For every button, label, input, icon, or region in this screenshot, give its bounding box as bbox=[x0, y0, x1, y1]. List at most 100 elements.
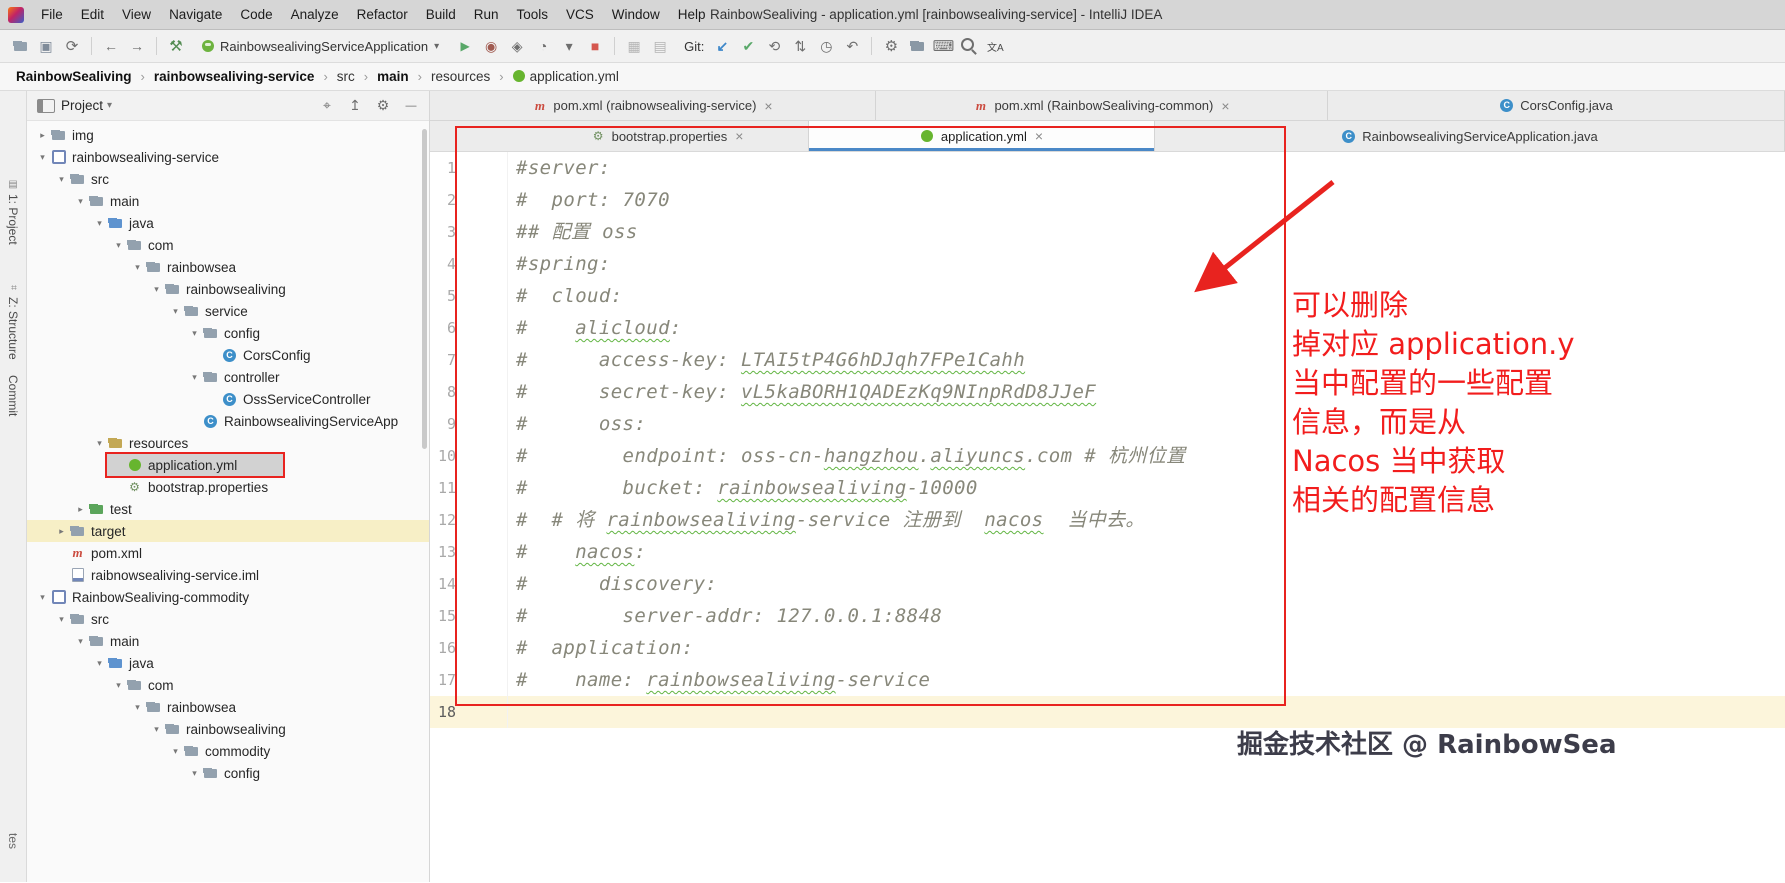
stripe-commit[interactable]: Commit bbox=[0, 375, 26, 416]
tree-expand-icon[interactable]: ▾ bbox=[130, 702, 145, 713]
code-line-3[interactable]: 3 ## 配置 oss bbox=[430, 216, 1785, 248]
run-icon[interactable] bbox=[453, 34, 477, 58]
breadcrumb-resources[interactable]: resources bbox=[429, 67, 492, 86]
terminal-icon[interactable] bbox=[931, 34, 955, 58]
breadcrumb-application-yml[interactable]: application.yml bbox=[511, 67, 621, 86]
project-panel-title[interactable]: Project bbox=[61, 98, 103, 113]
tab-rainbowsealivingserviceapplication-java[interactable]: RainbowsealivingServiceApplication.java bbox=[1155, 121, 1785, 151]
tree-item-src[interactable]: ▾ src bbox=[27, 608, 429, 630]
code-line-15[interactable]: 15 # server-addr: 127.0.0.1:8848 bbox=[430, 600, 1785, 632]
code-line-14[interactable]: 14 # discovery: bbox=[430, 568, 1785, 600]
translate-icon[interactable] bbox=[983, 34, 1007, 58]
menu-analyze[interactable]: Analyze bbox=[282, 4, 348, 25]
settings-wrench-icon[interactable] bbox=[879, 34, 903, 58]
tree-item-rainbowsealivingserviceapp[interactable]: RainbowsealivingServiceApp bbox=[27, 410, 429, 432]
code-line-4[interactable]: 4 #spring: bbox=[430, 248, 1785, 280]
tree-item-rainbowsealiving[interactable]: ▾ rainbowsealiving bbox=[27, 278, 429, 300]
project-structure-icon[interactable] bbox=[905, 34, 929, 58]
tree-item-rainbowsea[interactable]: ▾ rainbowsea bbox=[27, 256, 429, 278]
tree-item-commodity[interactable]: ▾ commodity bbox=[27, 740, 429, 762]
tree-item-application-yml[interactable]: application.yml bbox=[27, 454, 429, 476]
settings-gear-icon[interactable] bbox=[371, 95, 395, 117]
hide-panel-icon[interactable] bbox=[399, 95, 423, 117]
tree-item-raibnowsealiving-service-iml[interactable]: raibnowsealiving-service.iml bbox=[27, 564, 429, 586]
code-line-13[interactable]: 13 # nacos: bbox=[430, 536, 1785, 568]
tab-corsconfig-java[interactable]: CorsConfig.java bbox=[1328, 91, 1785, 120]
tree-item-config[interactable]: ▾ config bbox=[27, 322, 429, 344]
stripe-partial-label[interactable]: tes bbox=[0, 833, 26, 849]
menu-code[interactable]: Code bbox=[231, 4, 281, 25]
tree-expand-icon[interactable]: ▾ bbox=[187, 372, 202, 383]
tree-item-service[interactable]: ▾ service bbox=[27, 300, 429, 322]
menu-file[interactable]: File bbox=[32, 4, 72, 25]
tree-item-target[interactable]: ▸ target bbox=[27, 520, 429, 542]
run-targets-icon[interactable] bbox=[557, 34, 581, 58]
search-everywhere-icon[interactable] bbox=[957, 34, 981, 58]
tree-expand-icon[interactable]: ▾ bbox=[168, 746, 183, 757]
tree-expand-icon[interactable]: ▾ bbox=[35, 152, 50, 163]
open-project-icon[interactable] bbox=[8, 34, 32, 58]
menu-run[interactable]: Run bbox=[465, 4, 508, 25]
tree-item-ossservicecontroller[interactable]: OssServiceController bbox=[27, 388, 429, 410]
menu-refactor[interactable]: Refactor bbox=[348, 4, 417, 25]
tree-item-main[interactable]: ▾ main bbox=[27, 630, 429, 652]
close-tab-icon[interactable]: × bbox=[764, 98, 772, 114]
git-history-icon[interactable] bbox=[814, 34, 838, 58]
tree-expand-icon[interactable]: ▸ bbox=[73, 504, 88, 515]
code-line-16[interactable]: 16 # application: bbox=[430, 632, 1785, 664]
tree-item-java[interactable]: ▾ java bbox=[27, 652, 429, 674]
code-line-2[interactable]: 2 # port: 7070 bbox=[430, 184, 1785, 216]
tab-application-yml[interactable]: application.yml × bbox=[809, 121, 1155, 151]
git-rollback-icon[interactable] bbox=[762, 34, 786, 58]
undo-icon[interactable] bbox=[840, 34, 864, 58]
tree-expand-icon[interactable]: ▾ bbox=[187, 328, 202, 339]
tab-pom-xml-rainbowsealiving-common[interactable]: pom.xml (RainbowSealiving-common) × bbox=[876, 91, 1328, 120]
save-all-icon[interactable] bbox=[34, 34, 58, 58]
git-shelf-icon[interactable] bbox=[788, 34, 812, 58]
chevron-down-icon[interactable]: ▾ bbox=[107, 100, 112, 111]
tree-expand-icon[interactable]: ▾ bbox=[149, 284, 164, 295]
tree-item-config[interactable]: ▾ config bbox=[27, 762, 429, 784]
tree-item-rainbowsealiving[interactable]: ▾ rainbowsealiving bbox=[27, 718, 429, 740]
tree-item-pom-xml[interactable]: pom.xml bbox=[27, 542, 429, 564]
menu-build[interactable]: Build bbox=[417, 4, 465, 25]
tree-expand-icon[interactable]: ▾ bbox=[130, 262, 145, 273]
tree-scrollbar[interactable] bbox=[422, 129, 427, 449]
tree-item-main[interactable]: ▾ main bbox=[27, 190, 429, 212]
stripe-z-structure[interactable]: ⌗ Z: Structure bbox=[0, 283, 26, 360]
coverage-icon[interactable] bbox=[505, 34, 529, 58]
tree-expand-icon[interactable]: ▾ bbox=[54, 174, 69, 185]
close-tab-icon[interactable]: × bbox=[1221, 98, 1229, 114]
menu-vcs[interactable]: VCS bbox=[557, 4, 603, 25]
code-line-17[interactable]: 17 # name: rainbowsealiving-service bbox=[430, 664, 1785, 696]
tree-item-src[interactable]: ▾ src bbox=[27, 168, 429, 190]
tree-expand-icon[interactable]: ▾ bbox=[92, 218, 107, 229]
code-line-1[interactable]: 1 #server: bbox=[430, 152, 1785, 184]
tree-item-bootstrap-properties[interactable]: bootstrap.properties bbox=[27, 476, 429, 498]
menu-edit[interactable]: Edit bbox=[72, 4, 113, 25]
breadcrumb-rainbowsealiving[interactable]: RainbowSealiving bbox=[14, 67, 134, 86]
tree-item-rainbowsea[interactable]: ▾ rainbowsea bbox=[27, 696, 429, 718]
back-icon[interactable] bbox=[99, 34, 123, 58]
tree-expand-icon[interactable]: ▾ bbox=[73, 636, 88, 647]
menu-view[interactable]: View bbox=[113, 4, 160, 25]
tree-expand-icon[interactable]: ▾ bbox=[168, 306, 183, 317]
tree-item-corsconfig[interactable]: CorsConfig bbox=[27, 344, 429, 366]
tree-item-java[interactable]: ▾ java bbox=[27, 212, 429, 234]
stripe-1-project[interactable]: ▤ 1: Project bbox=[0, 179, 26, 245]
tree-expand-icon[interactable]: ▾ bbox=[111, 680, 126, 691]
profiler-icon[interactable] bbox=[531, 34, 555, 58]
collapse-all-icon[interactable] bbox=[343, 95, 367, 117]
menu-help[interactable]: Help bbox=[669, 4, 715, 25]
git-commit-icon[interactable] bbox=[736, 34, 760, 58]
git-update-icon[interactable] bbox=[710, 34, 734, 58]
tree-item-test[interactable]: ▸ test bbox=[27, 498, 429, 520]
tree-item-rainbowsealiving-commodity[interactable]: ▾ RainbowSealiving-commodity bbox=[27, 586, 429, 608]
sync-icon[interactable] bbox=[60, 34, 84, 58]
tree-item-controller[interactable]: ▾ controller bbox=[27, 366, 429, 388]
tree-expand-icon[interactable]: ▸ bbox=[35, 130, 50, 141]
breadcrumb-rainbowsealiving-service[interactable]: rainbowsealiving-service bbox=[152, 67, 317, 86]
tree-expand-icon[interactable]: ▾ bbox=[92, 438, 107, 449]
tab-pom-xml-raibnowsealiving-service[interactable]: pom.xml (raibnowsealiving-service) × bbox=[430, 91, 876, 120]
tree-expand-icon[interactable]: ▾ bbox=[54, 614, 69, 625]
